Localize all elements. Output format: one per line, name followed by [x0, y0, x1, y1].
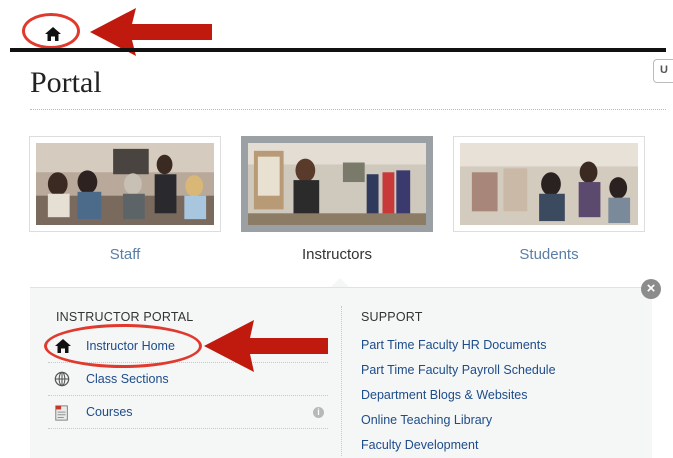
- info-icon[interactable]: i: [313, 407, 324, 418]
- portal-item-label: Courses: [86, 405, 133, 419]
- header-divider: [10, 48, 666, 52]
- portal-item-courses[interactable]: Courses i: [48, 397, 328, 429]
- students-photo: [460, 143, 638, 225]
- title-divider: [30, 109, 666, 110]
- portal-item-label: Class Sections: [86, 372, 169, 386]
- annotation-arrow-instructor-home: [204, 320, 328, 372]
- annotation-circle-instructor-home: [44, 324, 202, 368]
- page-title: Portal: [30, 66, 102, 99]
- staff-photo: [36, 143, 214, 225]
- section-heading-support: SUPPORT: [361, 310, 423, 324]
- document-icon: [54, 404, 72, 422]
- tile-label-students[interactable]: Students: [453, 246, 645, 263]
- tile-students[interactable]: [453, 136, 645, 232]
- section-heading-instructor-portal: INSTRUCTOR PORTAL: [56, 310, 194, 324]
- tile-label-instructors[interactable]: Instructors: [241, 246, 433, 263]
- support-link-faculty-development[interactable]: Faculty Development: [361, 438, 478, 452]
- tile-label-staff[interactable]: Staff: [29, 246, 221, 263]
- annotation-circle-home: [22, 13, 80, 49]
- support-link-hr-documents[interactable]: Part Time Faculty HR Documents: [361, 338, 546, 352]
- instructors-photo: [248, 143, 426, 225]
- tile-staff[interactable]: [29, 136, 221, 232]
- tile-instructors[interactable]: [241, 136, 433, 232]
- support-link-online-teaching-library[interactable]: Online Teaching Library: [361, 413, 492, 427]
- support-link-department-blogs[interactable]: Department Blogs & Websites: [361, 388, 528, 402]
- globe-icon: [54, 371, 72, 389]
- support-link-payroll-schedule[interactable]: Part Time Faculty Payroll Schedule: [361, 363, 556, 377]
- column-divider: [341, 306, 343, 456]
- user-menu-button[interactable]: U: [653, 59, 673, 83]
- close-panel-button[interactable]: ×: [641, 279, 661, 299]
